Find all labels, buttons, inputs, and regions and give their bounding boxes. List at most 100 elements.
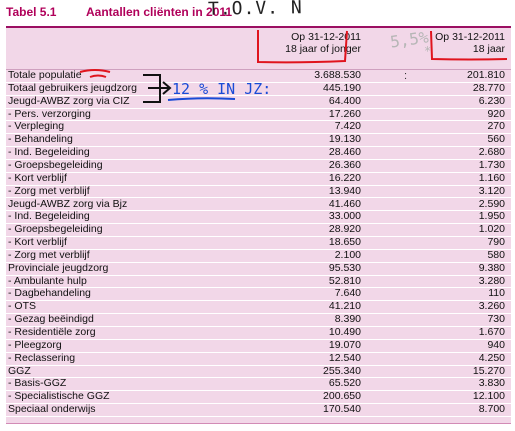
row-value-18-jaar: 9.380 xyxy=(478,261,505,274)
row-value-18-jaar-of-jonger: 255.340 xyxy=(323,364,361,377)
row-label: - Zorg met verblijf xyxy=(8,184,90,197)
row-value-18-jaar-of-jonger: 12.540 xyxy=(328,351,361,364)
row-label: - Zorg met verblijf xyxy=(8,248,90,261)
row-value-18-jaar: 2.680 xyxy=(478,146,505,159)
row-value-18-jaar-of-jonger: 19.130 xyxy=(328,133,361,146)
row-label: - Pleegzorg xyxy=(8,338,62,351)
table-row: - Kort verblijf 18.650 790 xyxy=(6,237,511,250)
header-col2-date: Op 31-12-2011 xyxy=(435,31,505,43)
row-label: - Groepsbegeleiding xyxy=(8,223,103,236)
table-header: Op 31-12-2011 18 jaar of jonger Op 31-12… xyxy=(6,28,511,70)
row-value-18-jaar-of-jonger: 7.420 xyxy=(334,120,361,133)
handwritten-title-note: T.O.V. N̄ xyxy=(207,0,303,20)
row-value-18-jaar-of-jonger: 445.190 xyxy=(323,81,361,94)
row-value-18-jaar-of-jonger: 41.210 xyxy=(328,300,361,313)
row-value-18-jaar: 3.280 xyxy=(478,274,505,287)
row-value-18-jaar: 12.100 xyxy=(472,390,505,403)
row-label: - Pers. verzorging xyxy=(8,107,91,120)
table-number: Tabel 5.1 xyxy=(6,5,57,19)
row-value-18-jaar: 1.730 xyxy=(478,158,505,171)
row-value-18-jaar-of-jonger: 26.360 xyxy=(328,158,361,171)
row-label: - Ind. Begeleiding xyxy=(8,146,90,159)
row-value-18-jaar-of-jonger: 13.940 xyxy=(328,184,361,197)
row-value-18-jaar: 15.270 xyxy=(472,364,505,377)
document-page: Tabel 5.1 Aantallen cliënten in 2011 T.O… xyxy=(0,0,515,431)
row-value-18-jaar-of-jonger: 10.490 xyxy=(328,326,361,338)
row-value-18-jaar-of-jonger: 33.000 xyxy=(328,210,361,223)
row-label: - Residentiële zorg xyxy=(8,326,96,338)
table-row: - Pers. verzorging 17.260 920 xyxy=(6,107,511,122)
row-label: - Dagbehandeling xyxy=(8,287,91,300)
row-label: - Behandeling xyxy=(8,133,73,146)
row-value-18-jaar: 560 xyxy=(487,133,505,146)
row-value-18-jaar: 8.700 xyxy=(478,403,505,416)
row-value-18-jaar-of-jonger: 8.390 xyxy=(334,313,361,326)
row-value-18-jaar: 2.590 xyxy=(478,197,505,210)
row-label: Totaal gebruikers jeugdzorg xyxy=(8,81,137,94)
row-value-18-jaar: 1.160 xyxy=(478,171,505,184)
row-label: Totale populatie xyxy=(8,69,82,81)
row-label: - Specialistische GGZ xyxy=(8,390,110,403)
row-label: - Reclassering xyxy=(8,351,76,364)
row-label: Speciaal onderwijs xyxy=(8,403,96,416)
table-row: - Dagbehandeling 7.640 110 xyxy=(6,287,511,302)
handwritten-12pct-note: 12 % IN JZ: xyxy=(172,80,272,98)
table-row: - Kort verblijf 16.220 1.160 xyxy=(6,171,511,186)
row-value-18-jaar: 1.950 xyxy=(478,210,505,223)
table-row: - Residentiële zorg 10.490 1.670 xyxy=(6,327,511,340)
row-value-18-jaar: 28.770 xyxy=(472,81,505,94)
row-value-18-jaar: 1.020 xyxy=(478,223,505,236)
row-value-18-jaar-of-jonger: 3.688.530 xyxy=(314,69,361,81)
row-value-18-jaar-of-jonger: 41.460 xyxy=(328,197,361,210)
table-title: Tabel 5.1 Aantallen cliënten in 2011 xyxy=(6,4,232,20)
row-value-18-jaar: 6.230 xyxy=(478,94,505,107)
header-col1-age: 18 jaar of jonger xyxy=(285,43,361,55)
row-value-18-jaar-of-jonger: 28.460 xyxy=(328,146,361,159)
row-value-18-jaar: 920 xyxy=(487,107,505,120)
row-value-18-jaar-of-jonger: 95.530 xyxy=(328,261,361,274)
table-row: - Ind. Begeleiding 28.460 2.680 xyxy=(6,147,511,160)
row-value-18-jaar: 3.830 xyxy=(478,377,505,390)
row-value-18-jaar-of-jonger: 28.920 xyxy=(328,223,361,236)
table-row: Speciaal onderwijs 170.540 8.700 xyxy=(6,404,511,417)
row-value-18-jaar: 580 xyxy=(487,248,505,261)
row-label: - Ind. Begeleiding xyxy=(8,210,90,223)
table-row: - Zorg met verblijf 13.940 3.120 xyxy=(6,184,511,199)
row-value-18-jaar: 3.120 xyxy=(478,184,505,197)
table-row: - Pleegzorg 19.070 940 xyxy=(6,338,511,353)
table-row: - Zorg met verblijf 2.100 580 xyxy=(6,248,511,263)
header-col2-age: 18 jaar xyxy=(472,43,505,55)
row-value-18-jaar: 4.250 xyxy=(478,351,505,364)
header-col1-date: Op 31-12-2011 xyxy=(291,31,361,43)
row-label: Jeugd-AWBZ zorg via Bjz xyxy=(8,197,128,210)
row-label: Jeugd-AWBZ zorg via CIZ xyxy=(8,94,130,107)
row-label: - Kort verblijf xyxy=(8,171,67,184)
row-value-18-jaar: 1.670 xyxy=(478,326,505,338)
table-row: - Reclassering 12.540 4.250 xyxy=(6,351,511,366)
handwritten-star: * xyxy=(424,44,432,58)
table-row: GGZ 255.340 15.270 xyxy=(6,364,511,379)
row-value-18-jaar: 270 xyxy=(487,120,505,133)
table-row: Provinciale jeugdzorg 95.530 9.380 xyxy=(6,261,511,276)
row-value-18-jaar: 790 xyxy=(487,236,505,249)
row-label: - Verpleging xyxy=(8,120,65,133)
table-row: - Groepsbegeleiding 28.920 1.020 xyxy=(6,223,511,238)
row-label: - Kort verblijf xyxy=(8,236,67,249)
row-value-18-jaar-of-jonger: 17.260 xyxy=(328,107,361,120)
row-label: GGZ xyxy=(8,364,31,377)
row-value-18-jaar-of-jonger: 200.650 xyxy=(323,390,361,403)
row-value-18-jaar: 110 xyxy=(488,287,505,300)
table-row: - Groepsbegeleiding 26.360 1.730 xyxy=(6,158,511,173)
row-label: - Basis-GGZ xyxy=(8,377,67,390)
row-value-18-jaar-of-jonger: 7.640 xyxy=(334,287,361,300)
row-value-18-jaar: 940 xyxy=(487,338,505,351)
colon-mark: : xyxy=(404,70,408,82)
row-value-18-jaar: 730 xyxy=(487,313,505,326)
row-value-18-jaar-of-jonger: 64.400 xyxy=(328,94,361,107)
row-value-18-jaar: 201.810 xyxy=(467,69,505,81)
row-value-18-jaar-of-jonger: 52.810 xyxy=(328,274,361,287)
row-label: - Groepsbegeleiding xyxy=(8,158,103,171)
row-label: - Gezag beëindigd xyxy=(8,313,94,326)
row-value-18-jaar-of-jonger: 170.540 xyxy=(323,403,361,416)
row-value-18-jaar-of-jonger: 16.220 xyxy=(328,171,361,184)
